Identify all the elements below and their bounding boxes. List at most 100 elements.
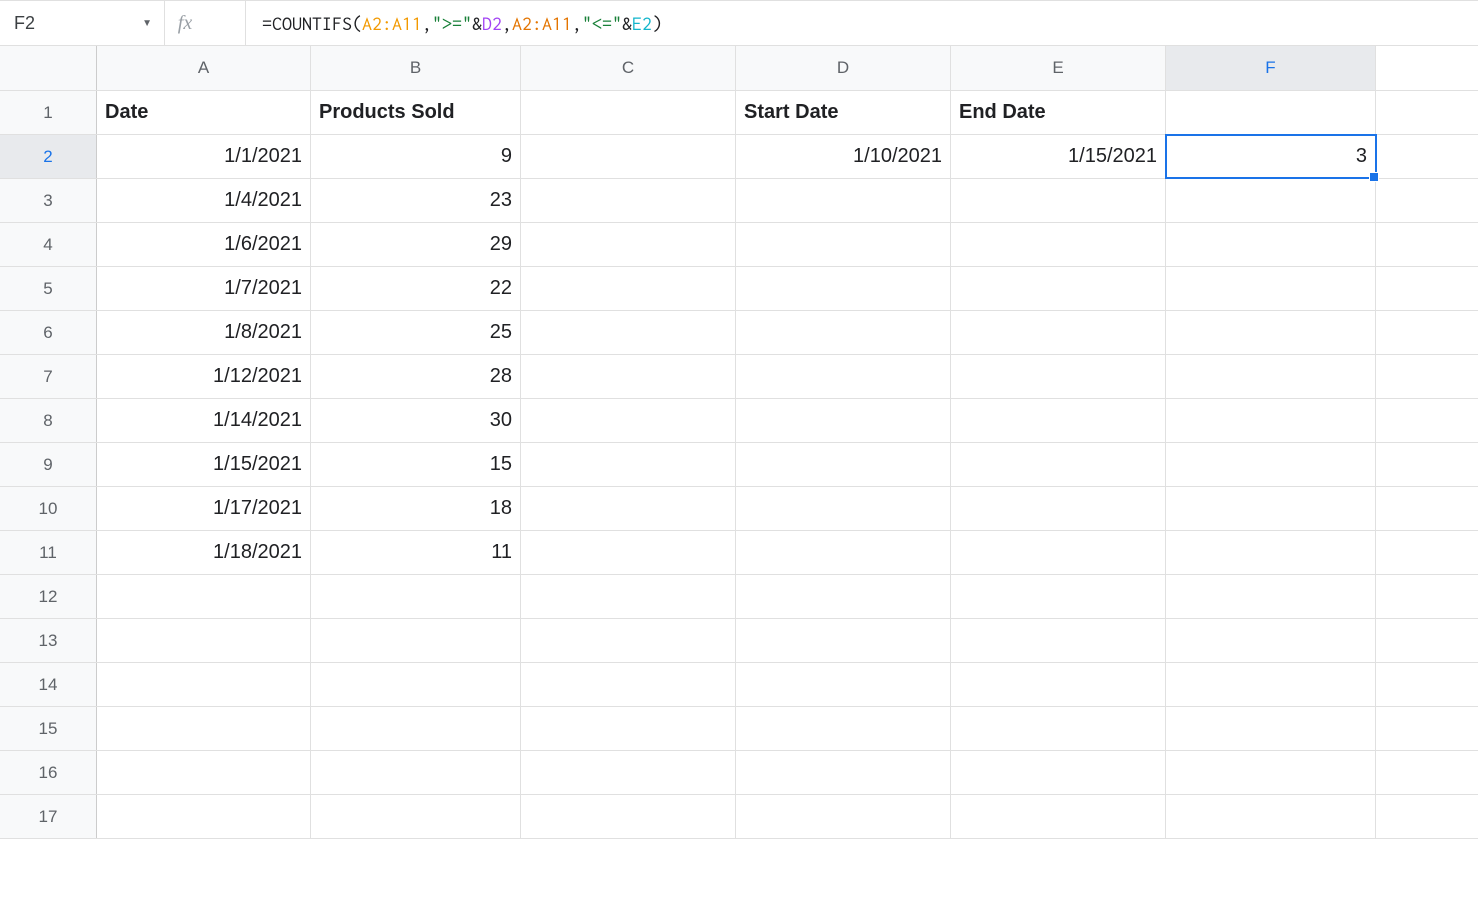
row-header-4[interactable]: 4 bbox=[0, 223, 97, 266]
cell-C9[interactable] bbox=[521, 443, 736, 486]
cell-F17[interactable] bbox=[1166, 795, 1376, 838]
cell-B11[interactable]: 11 bbox=[311, 531, 521, 574]
cell-B6[interactable]: 25 bbox=[311, 311, 521, 354]
cell-B10[interactable]: 18 bbox=[311, 487, 521, 530]
column-header-C[interactable]: C bbox=[521, 46, 736, 90]
row-header-11[interactable]: 11 bbox=[0, 531, 97, 574]
cell-F15[interactable] bbox=[1166, 707, 1376, 750]
cell-E3[interactable] bbox=[951, 179, 1166, 222]
cell-E4[interactable] bbox=[951, 223, 1166, 266]
cell-F8[interactable] bbox=[1166, 399, 1376, 442]
cell-F1[interactable] bbox=[1166, 91, 1376, 134]
cell-A5[interactable]: 1/7/2021 bbox=[97, 267, 311, 310]
formula-input[interactable]: =COUNTIFS(A2:A11,">="&D2, A2:A11,"<="&E2… bbox=[246, 1, 1478, 45]
column-header-F[interactable]: F bbox=[1166, 46, 1376, 90]
cell-E16[interactable] bbox=[951, 751, 1166, 794]
cell-C12[interactable] bbox=[521, 575, 736, 618]
cell-B5[interactable]: 22 bbox=[311, 267, 521, 310]
row-header-8[interactable]: 8 bbox=[0, 399, 97, 442]
cell-A10[interactable]: 1/17/2021 bbox=[97, 487, 311, 530]
row-header-12[interactable]: 12 bbox=[0, 575, 97, 618]
cell-D15[interactable] bbox=[736, 707, 951, 750]
cell-E10[interactable] bbox=[951, 487, 1166, 530]
cell-C17[interactable] bbox=[521, 795, 736, 838]
cell-D4[interactable] bbox=[736, 223, 951, 266]
cell-D2[interactable]: 1/10/2021 bbox=[736, 135, 951, 178]
cell-A17[interactable] bbox=[97, 795, 311, 838]
cell-B16[interactable] bbox=[311, 751, 521, 794]
cell-B9[interactable]: 15 bbox=[311, 443, 521, 486]
cell-E9[interactable] bbox=[951, 443, 1166, 486]
cell-F6[interactable] bbox=[1166, 311, 1376, 354]
cell-C4[interactable] bbox=[521, 223, 736, 266]
cell-F10[interactable] bbox=[1166, 487, 1376, 530]
cell-E12[interactable] bbox=[951, 575, 1166, 618]
cell-A7[interactable]: 1/12/2021 bbox=[97, 355, 311, 398]
cell-F7[interactable] bbox=[1166, 355, 1376, 398]
row-header-3[interactable]: 3 bbox=[0, 179, 97, 222]
cell-C6[interactable] bbox=[521, 311, 736, 354]
cell-D6[interactable] bbox=[736, 311, 951, 354]
cell-D12[interactable] bbox=[736, 575, 951, 618]
cell-A12[interactable] bbox=[97, 575, 311, 618]
cell-D5[interactable] bbox=[736, 267, 951, 310]
cell-C14[interactable] bbox=[521, 663, 736, 706]
cell-E15[interactable] bbox=[951, 707, 1166, 750]
row-header-6[interactable]: 6 bbox=[0, 311, 97, 354]
cell-E8[interactable] bbox=[951, 399, 1166, 442]
cell-A4[interactable]: 1/6/2021 bbox=[97, 223, 311, 266]
cell-C8[interactable] bbox=[521, 399, 736, 442]
cell-A14[interactable] bbox=[97, 663, 311, 706]
cell-F3[interactable] bbox=[1166, 179, 1376, 222]
cell-A9[interactable]: 1/15/2021 bbox=[97, 443, 311, 486]
cell-C16[interactable] bbox=[521, 751, 736, 794]
cell-D16[interactable] bbox=[736, 751, 951, 794]
row-header-15[interactable]: 15 bbox=[0, 707, 97, 750]
cell-F14[interactable] bbox=[1166, 663, 1376, 706]
row-header-1[interactable]: 1 bbox=[0, 91, 97, 134]
cell-D14[interactable] bbox=[736, 663, 951, 706]
cell-B12[interactable] bbox=[311, 575, 521, 618]
cell-A11[interactable]: 1/18/2021 bbox=[97, 531, 311, 574]
cell-A16[interactable] bbox=[97, 751, 311, 794]
cell-F4[interactable] bbox=[1166, 223, 1376, 266]
cell-B15[interactable] bbox=[311, 707, 521, 750]
name-box[interactable]: F2 ▼ bbox=[0, 1, 165, 45]
cell-C10[interactable] bbox=[521, 487, 736, 530]
cell-E14[interactable] bbox=[951, 663, 1166, 706]
row-header-14[interactable]: 14 bbox=[0, 663, 97, 706]
cell-B2[interactable]: 9 bbox=[311, 135, 521, 178]
row-header-5[interactable]: 5 bbox=[0, 267, 97, 310]
cell-B17[interactable] bbox=[311, 795, 521, 838]
cell-A2[interactable]: 1/1/2021 bbox=[97, 135, 311, 178]
cell-E5[interactable] bbox=[951, 267, 1166, 310]
name-box-dropdown-icon[interactable]: ▼ bbox=[142, 18, 152, 29]
cell-F9[interactable] bbox=[1166, 443, 1376, 486]
cell-D8[interactable] bbox=[736, 399, 951, 442]
cell-E2[interactable]: 1/15/2021 bbox=[951, 135, 1166, 178]
cell-C15[interactable] bbox=[521, 707, 736, 750]
cell-E7[interactable] bbox=[951, 355, 1166, 398]
cell-C1[interactable] bbox=[521, 91, 736, 134]
row-header-13[interactable]: 13 bbox=[0, 619, 97, 662]
cell-C5[interactable] bbox=[521, 267, 736, 310]
cell-A8[interactable]: 1/14/2021 bbox=[97, 399, 311, 442]
cell-C11[interactable] bbox=[521, 531, 736, 574]
cell-A3[interactable]: 1/4/2021 bbox=[97, 179, 311, 222]
cell-A1[interactable]: Date bbox=[97, 91, 311, 134]
cell-D9[interactable] bbox=[736, 443, 951, 486]
cell-B13[interactable] bbox=[311, 619, 521, 662]
cell-D7[interactable] bbox=[736, 355, 951, 398]
select-all-corner[interactable] bbox=[0, 46, 97, 90]
cell-D17[interactable] bbox=[736, 795, 951, 838]
cell-F13[interactable] bbox=[1166, 619, 1376, 662]
row-header-10[interactable]: 10 bbox=[0, 487, 97, 530]
cell-F11[interactable] bbox=[1166, 531, 1376, 574]
cell-E6[interactable] bbox=[951, 311, 1166, 354]
cell-E1[interactable]: End Date bbox=[951, 91, 1166, 134]
cell-C3[interactable] bbox=[521, 179, 736, 222]
cell-D11[interactable] bbox=[736, 531, 951, 574]
cell-D1[interactable]: Start Date bbox=[736, 91, 951, 134]
cell-F12[interactable] bbox=[1166, 575, 1376, 618]
cell-F5[interactable] bbox=[1166, 267, 1376, 310]
